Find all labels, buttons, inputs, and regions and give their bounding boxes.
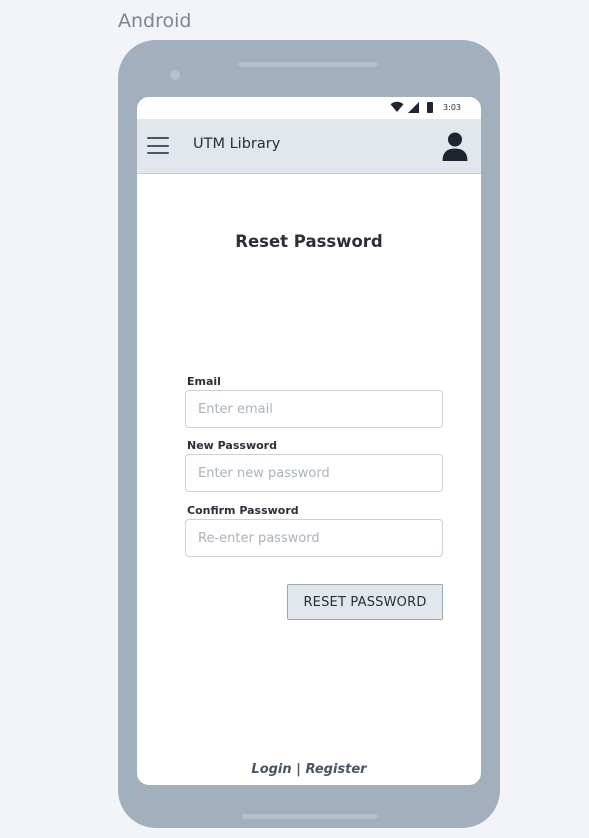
battery-icon (427, 101, 434, 113)
phone-frame: 3:03 UTM Library Reset Password Email Ne… (118, 40, 500, 828)
device-frame-label: Android (118, 10, 192, 32)
profile-icon[interactable] (441, 131, 469, 161)
confirm-password-label: Confirm Password (187, 504, 299, 517)
page-title: Reset Password (235, 232, 383, 251)
menu-icon[interactable] (147, 137, 169, 154)
home-indicator (242, 814, 378, 819)
speaker-grille (238, 62, 378, 67)
footer-links: Login | Register (137, 762, 481, 777)
email-input[interactable] (185, 390, 443, 428)
signal-icon (408, 101, 420, 113)
confirm-password-input[interactable] (185, 519, 443, 557)
reset-password-button[interactable]: RESET PASSWORD (287, 584, 443, 620)
new-password-input[interactable] (185, 454, 443, 492)
footer-separator: | (296, 762, 301, 777)
status-time: 3:03 (443, 102, 461, 112)
register-link[interactable]: Register (305, 762, 366, 777)
email-label: Email (187, 375, 221, 388)
app-bar: UTM Library (137, 119, 481, 174)
app-title: UTM Library (193, 136, 281, 152)
new-password-label: New Password (187, 439, 277, 452)
status-bar: 3:03 (137, 97, 481, 119)
status-icons: 3:03 (390, 101, 461, 113)
camera-icon (170, 70, 180, 80)
phone-screen: 3:03 UTM Library Reset Password Email Ne… (137, 97, 481, 785)
wifi-icon (390, 101, 404, 112)
login-link[interactable]: Login (251, 762, 291, 777)
